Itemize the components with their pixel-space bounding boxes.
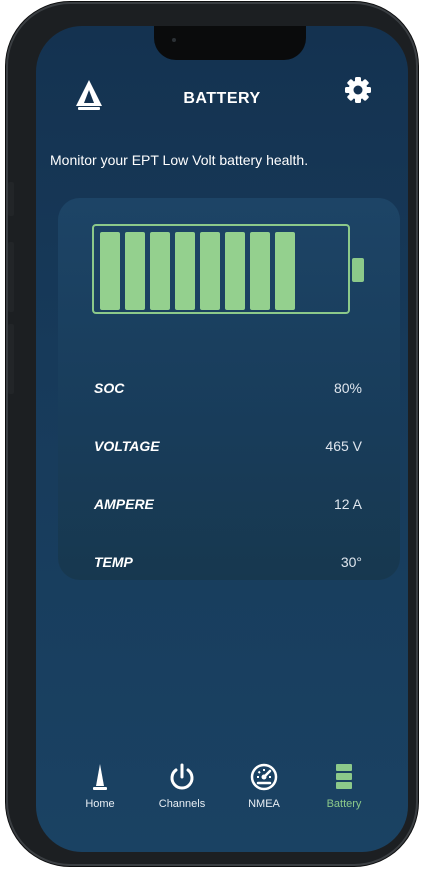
nav-label-nmea: NMEA	[248, 798, 280, 810]
stat-row-ampere: AMPERE 12 A	[94, 496, 362, 516]
nav-label-home: Home	[85, 798, 115, 810]
stat-row-temp: TEMP 30°	[94, 554, 362, 574]
nav-label-battery: Battery	[326, 798, 362, 810]
nav-item-home[interactable]: Home	[60, 762, 140, 810]
volume-up-button	[8, 242, 14, 312]
mute-switch	[8, 182, 14, 216]
stat-row-soc: SOC 80%	[94, 380, 362, 400]
stat-label: SOC	[94, 380, 125, 396]
nav-item-battery[interactable]: Battery	[304, 762, 384, 810]
battery-cell	[150, 232, 170, 310]
battery-cell	[250, 232, 270, 310]
battery-cell	[275, 232, 295, 310]
battery-card: SOC 80% VOLTAGE 465 V AMPERE 12 A TEMP 3…	[58, 198, 400, 580]
notch	[154, 26, 306, 60]
sailboat-icon	[93, 764, 107, 790]
bottom-nav: Home Channels NMEA Battery	[36, 752, 408, 852]
camera-dot	[172, 38, 176, 42]
page-subtitle: Monitor your EPT Low Volt battery health…	[50, 152, 309, 168]
battery-cell	[175, 232, 195, 310]
app-screen: BATTERY Monitor your EPT Low Volt batter…	[36, 26, 408, 852]
nav-item-channels[interactable]: Channels	[142, 762, 222, 810]
stat-value: 465 V	[325, 438, 362, 454]
gauge-icon	[250, 763, 278, 791]
battery-cell	[100, 232, 120, 310]
phone-frame: BATTERY Monitor your EPT Low Volt batter…	[6, 2, 418, 866]
stat-row-voltage: VOLTAGE 465 V	[94, 438, 362, 458]
stat-value: 30°	[340, 554, 362, 570]
stat-label: AMPERE	[94, 496, 154, 512]
stat-label: TEMP	[94, 554, 133, 570]
battery-terminal	[352, 258, 364, 282]
battery-cell	[125, 232, 145, 310]
battery-icon	[336, 764, 352, 789]
volume-down-button	[8, 324, 14, 394]
stat-value: 12 A	[333, 496, 362, 512]
battery-cell	[225, 232, 245, 310]
power-icon	[170, 763, 194, 790]
battery-cell	[200, 232, 220, 310]
battery-gauge	[92, 224, 350, 314]
nav-label-channels: Channels	[158, 798, 206, 810]
stat-label: VOLTAGE	[94, 438, 160, 454]
nav-item-nmea[interactable]: NMEA	[224, 762, 304, 810]
gear-icon[interactable]	[344, 76, 372, 104]
stat-value: 80%	[333, 380, 362, 396]
